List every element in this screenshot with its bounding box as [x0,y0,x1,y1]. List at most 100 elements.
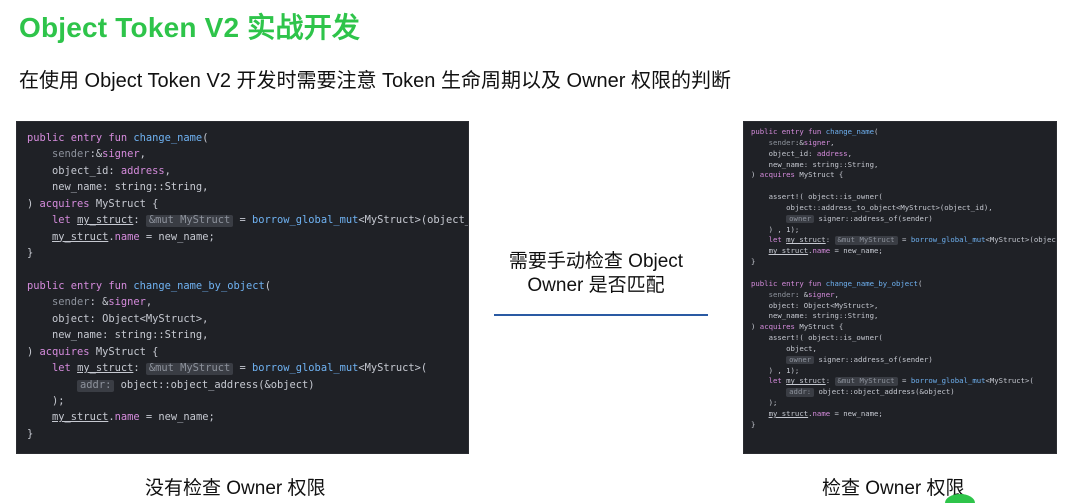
code-token: <MyStruct>(object_id); [358,214,468,227]
code-token: public entry fun [751,278,826,288]
code-token: ); [27,395,65,407]
code-token: new_name: string::String, [27,181,209,194]
middle-annotation-line-2: Owner 是否匹配 [527,275,665,296]
code-token: : [133,214,146,227]
code-token: MyStruct { [799,170,844,180]
code-line: let my_struct: &mut MyStruct = borrow_gl… [751,235,1056,246]
code-token: } [751,419,756,429]
code-token: <MyStruct>( [985,376,1034,386]
code-token: } [27,427,34,440]
code-token: = [233,362,252,375]
code-token: signer [803,137,831,147]
code-token: object_id: [751,148,817,158]
code-line: ); [27,393,468,409]
code-token: acquires [39,197,96,210]
inlay-hint: &mut MyStruct [145,214,234,228]
inlay-hint: &mut MyStruct [834,377,898,386]
code-line: ) , 1); [751,225,1056,236]
code-token: object: Object<MyStruct>, [27,312,209,325]
code-token: = [233,214,252,227]
code-line: owner signer::address_of(sender) [751,214,1056,225]
code-line: sender: &signer, [27,294,468,310]
code-token: ) [751,170,760,180]
left-caption: 没有检查 Owner 权限 [145,478,326,499]
slide-subtitle: 在使用 Object Token V2 开发时需要注意 Token 生命周期以及… [19,70,732,92]
code-token: acquires [759,170,800,180]
code-line: object: Object<MyStruct>, [27,311,468,327]
code-line: owner signer::address_of(sender) [751,355,1056,366]
inlay-hint: owner [786,355,815,365]
code-line: new_name: string::String, [751,160,1056,171]
code-token: :& [89,148,103,161]
code-token: ) , 1); [751,224,800,234]
code-line: my_struct.name = new_name; [27,229,468,245]
code-token: acquires [759,322,800,332]
code-panel-without-owner-check: public entry fun change_name( sender:&si… [16,121,469,454]
code-line: object, [751,344,1056,355]
code-token: ) [751,322,760,332]
code-line: my_struct.name = new_name; [751,246,1056,257]
code-token: my_struct [768,246,809,256]
code-token: <MyStruct>(object_id); [985,235,1057,245]
code-token: address [120,164,165,177]
code-token: let [768,376,787,386]
code-token: my_struct [52,230,109,243]
code-token: : & [89,296,109,309]
code-token: signer [108,296,146,309]
code-token: borrow_global_mut [910,235,986,245]
code-token: name [812,246,831,256]
code-token: = new_name; [139,230,215,243]
code-token: :& [794,137,804,147]
code-token: sender [768,137,795,147]
code-line: } [27,245,468,261]
code-token: ( [264,279,271,292]
middle-annotation-line-1: 需要手动检查 Object [508,251,684,272]
code-token: object_id: [27,164,121,177]
inlay-hint: owner [786,214,815,224]
code-line: let my_struct: &mut MyStruct = borrow_gl… [27,360,468,376]
code-line: my_struct.name = new_name; [27,409,468,425]
code-line: sender: &signer, [751,290,1056,301]
code-line: assert!( object::is_owner( [751,333,1056,344]
code-panel-with-owner-check: public entry fun change_name( sender:&si… [743,121,1057,454]
code-token: object::address_to_object<MyStruct>(obje… [751,202,993,212]
code-line: object: Object<MyStruct>, [751,301,1056,312]
code-token: MyStruct { [799,322,844,332]
code-token: name [114,411,140,424]
code-token: sender [52,148,90,161]
code-line: public entry fun change_name( [27,130,468,146]
code-token: ( [917,278,923,288]
code-token: ( [874,127,879,136]
code-token: = new_name; [830,246,883,256]
code-token: = new_name; [830,408,883,418]
code-token: name [812,408,831,418]
code-line: sender:&signer, [27,146,468,162]
code-token: new_name: string::String, [27,329,209,342]
code-line: sender:&signer, [751,138,1056,149]
code-token: MyStruct { [95,197,159,210]
code-token: my_struct [786,235,826,245]
code-token: public entry fun [27,132,134,144]
code-token: change_name [133,132,203,144]
code-token: let [768,235,787,245]
code-token: borrow_global_mut [252,362,359,375]
code-line: my_struct.name = new_name; [751,409,1056,420]
code-token: my_struct [77,214,134,227]
code-token: <MyStruct>( [358,362,428,375]
code-token: , [830,137,835,147]
code-token: , [834,289,839,299]
code-line: public entry fun change_name( [751,127,1056,138]
code-token: my_struct [77,362,134,375]
code-line: ) acquires MyStruct { [27,196,468,212]
